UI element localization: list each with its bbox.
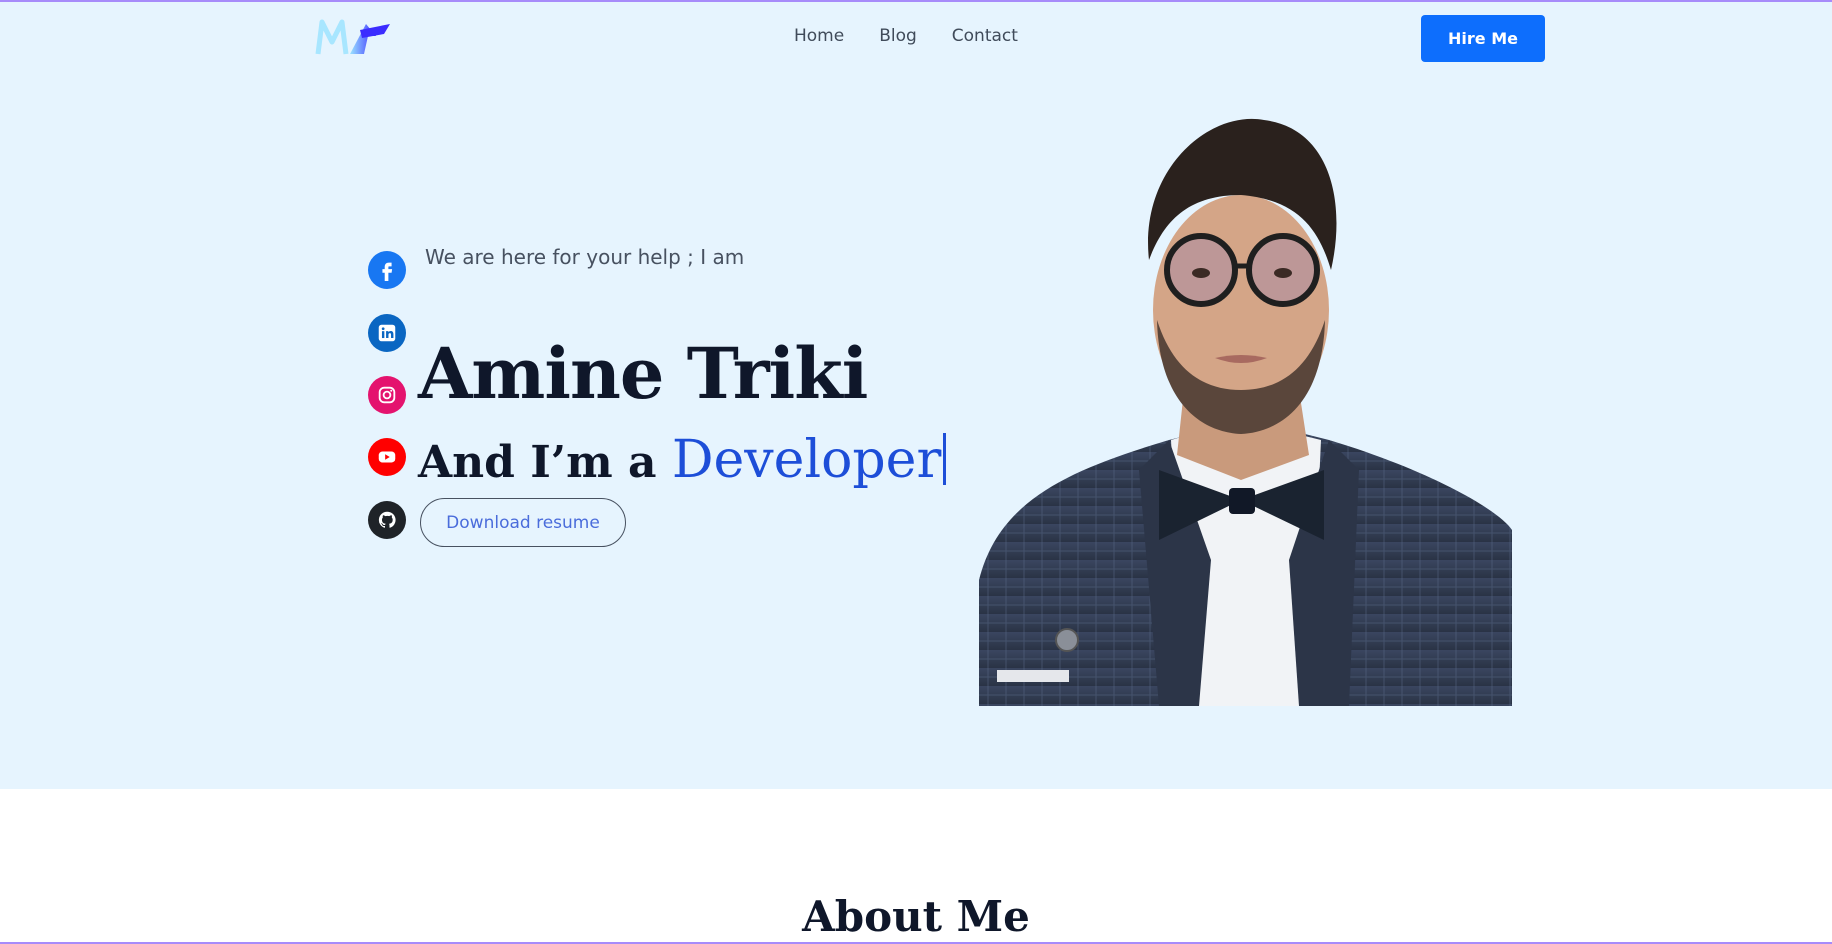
facebook-icon[interactable] bbox=[368, 251, 406, 289]
hero-role-line: And I’m a Developer bbox=[418, 430, 947, 490]
navbar: Home Blog Contact Hire Me bbox=[0, 2, 1832, 74]
instagram-icon[interactable] bbox=[368, 376, 406, 414]
hero-section: Home Blog Contact Hire Me We are here fo… bbox=[0, 2, 1832, 789]
role-typed-word: Developer bbox=[671, 430, 942, 490]
nav-home-link[interactable]: Home bbox=[794, 26, 844, 46]
role-prefix: And I’m a bbox=[418, 437, 657, 488]
download-resume-button[interactable]: Download resume bbox=[420, 498, 626, 547]
linkedin-icon[interactable] bbox=[368, 314, 406, 352]
nav-contact-link[interactable]: Contact bbox=[952, 26, 1018, 46]
nav-blog-link[interactable]: Blog bbox=[879, 26, 917, 46]
hero-tagline: We are here for your help ; I am bbox=[425, 245, 745, 269]
hire-me-button[interactable]: Hire Me bbox=[1421, 15, 1545, 62]
typing-caret bbox=[943, 433, 947, 485]
nav-links: Home Blog Contact bbox=[794, 26, 1018, 46]
about-title: About Me bbox=[802, 892, 1030, 941]
github-icon[interactable] bbox=[368, 501, 406, 539]
logo[interactable] bbox=[314, 16, 396, 60]
youtube-icon[interactable] bbox=[368, 438, 406, 476]
profile-portrait bbox=[979, 118, 1512, 706]
hero-name: Amine Triki bbox=[418, 332, 868, 415]
